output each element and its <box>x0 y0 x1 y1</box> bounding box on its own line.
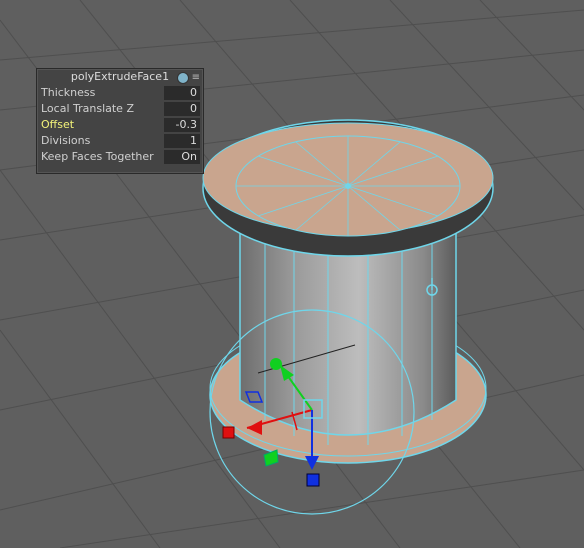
attr-value-field[interactable]: On <box>164 150 200 164</box>
attr-row-keep-faces-together[interactable]: Keep Faces Together On <box>37 149 203 165</box>
attr-value-field[interactable]: 0 <box>164 86 200 100</box>
attr-value-field[interactable]: 0 <box>164 102 200 116</box>
attr-row-thickness[interactable]: Thickness 0 <box>37 85 203 101</box>
panel-title: polyExtrudeFace1 <box>70 70 170 83</box>
top-cap[interactable] <box>202 119 494 257</box>
attr-label: Local Translate Z <box>41 102 134 115</box>
cylinder-body[interactable] <box>239 224 457 445</box>
3d-viewport[interactable]: polyExtrudeFace1 ≡ Thickness 0 Local Tra… <box>0 0 584 548</box>
info-icon[interactable] <box>177 72 189 84</box>
attr-label: Keep Faces Together <box>41 150 154 163</box>
attr-row-local-translate-z[interactable]: Local Translate Z 0 <box>37 101 203 117</box>
attr-label: Divisions <box>41 134 91 147</box>
attr-label: Offset <box>41 118 75 131</box>
attribute-channel-box: polyExtrudeFace1 ≡ Thickness 0 Local Tra… <box>36 68 204 174</box>
attr-value-field[interactable]: 1 <box>164 134 200 148</box>
attr-label: Thickness <box>41 86 96 99</box>
attr-value-field[interactable]: -0.3 <box>164 118 200 132</box>
attr-row-offset[interactable]: Offset -0.3 <box>37 117 203 133</box>
menu-lines-icon[interactable]: ≡ <box>192 70 200 86</box>
panel-title-bar: polyExtrudeFace1 ≡ <box>37 69 203 85</box>
attr-row-divisions[interactable]: Divisions 1 <box>37 133 203 149</box>
